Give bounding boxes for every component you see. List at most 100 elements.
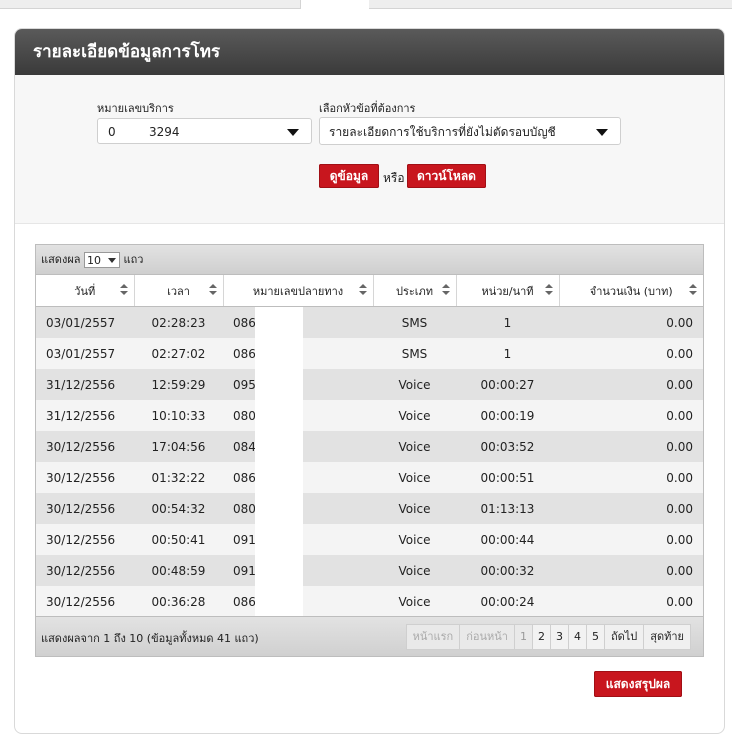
topic-label: เลือกหัวข้อที่ต้องการ xyxy=(319,102,416,115)
panel-title: รายละเอียดข้อมูลการโทร xyxy=(15,29,724,75)
pager-next[interactable]: ถัดไป xyxy=(603,624,645,650)
destination-text: 086 xyxy=(233,315,256,330)
chevron-down-icon xyxy=(108,258,117,263)
page-length-select[interactable]: 10 xyxy=(84,252,121,268)
filter-area: หมายเลขบริการ 0 3294 เลือกหัวข้อที่ต้องก… xyxy=(15,75,724,224)
redaction-block xyxy=(255,338,303,369)
download-button[interactable]: ดาวน์โหลด xyxy=(407,164,486,188)
tab-right[interactable] xyxy=(369,0,732,9)
table-row: 30/12/2556 17:04:56 084 Voice 00:03:52 0… xyxy=(36,431,703,462)
header-row: วันที่ เวลา หมายเลขปลายทาง ประเภท หน่วย/… xyxy=(36,275,703,307)
table-row: 30/12/2556 00:50:41 091 Voice 00:00:44 0… xyxy=(36,524,703,555)
service-number-prefix: 0 xyxy=(108,125,116,139)
cell-destination: 091 xyxy=(223,524,373,555)
pager-prev[interactable]: ก่อนหน้า xyxy=(459,624,515,650)
table-row: 31/12/2556 10:10:33 080 Voice 00:00:19 0… xyxy=(36,400,703,431)
service-number-select[interactable]: 0 3294 xyxy=(97,118,312,144)
cell-unit: 00:00:51 xyxy=(456,462,559,493)
cell-date: 31/12/2556 xyxy=(36,400,134,431)
cell-type: Voice xyxy=(373,586,456,617)
cell-time: 12:59:29 xyxy=(134,369,223,400)
table-footer: แสดงผลจาก 1 ถึง 10 (ข้อมูลทั้งหมด 41 แถว… xyxy=(36,616,703,656)
cell-time: 10:10:33 xyxy=(134,400,223,431)
column-header-date[interactable]: วันที่ xyxy=(36,275,135,307)
pager-page-2[interactable]: 2 xyxy=(531,624,551,650)
destination-text: 080 xyxy=(233,501,256,516)
column-header-destination[interactable]: หมายเลขปลายทาง xyxy=(223,275,374,307)
cell-destination: 091 xyxy=(223,555,373,586)
table-info: แสดงผลจาก 1 ถึง 10 (ข้อมูลทั้งหมด 41 แถว… xyxy=(41,632,259,645)
cell-time: 01:32:22 xyxy=(134,462,223,493)
cell-unit: 00:03:52 xyxy=(456,431,559,462)
tab-left[interactable] xyxy=(0,0,300,9)
table-toolbar: แสดงผล 10 แถว xyxy=(36,245,703,275)
redaction-block xyxy=(255,431,303,462)
topic-select[interactable]: รายละเอียดการใช้บริการที่ยังไม่ตัดรอบบัญ… xyxy=(319,117,621,145)
redaction-block xyxy=(255,369,303,400)
column-header-amount[interactable]: จำนวนเงิน (บาท) xyxy=(559,275,703,307)
cell-amount: 0.00 xyxy=(559,369,703,400)
cell-unit: 00:00:24 xyxy=(456,586,559,617)
column-header-label: จำนวนเงิน (บาท) xyxy=(589,284,673,298)
sort-icon xyxy=(208,284,217,296)
cell-destination: 084 xyxy=(223,431,373,462)
table-row: 30/12/2556 00:48:59 091 Voice 00:00:32 0… xyxy=(36,555,703,586)
cell-time: 00:48:59 xyxy=(134,555,223,586)
chevron-down-icon xyxy=(596,129,608,136)
or-text: หรือ xyxy=(383,171,405,185)
cell-date: 30/12/2556 xyxy=(36,431,134,462)
rows-label: แถว xyxy=(123,253,144,266)
cell-date: 30/12/2556 xyxy=(36,493,134,524)
view-data-button[interactable]: ดูข้อมูล xyxy=(319,164,379,188)
redaction-block xyxy=(255,307,303,338)
column-header-label: ประเภท xyxy=(395,284,434,298)
sort-icon xyxy=(441,284,450,296)
redaction-block xyxy=(255,555,303,586)
pager-page-5[interactable]: 5 xyxy=(585,624,605,650)
destination-text: 091 xyxy=(233,563,256,578)
cell-type: Voice xyxy=(373,555,456,586)
destination-text: 080 xyxy=(233,408,256,423)
cell-time: 00:50:41 xyxy=(134,524,223,555)
cell-destination: 086 xyxy=(223,462,373,493)
pager-page-3[interactable]: 3 xyxy=(549,624,569,650)
cell-unit: 00:00:44 xyxy=(456,524,559,555)
cell-destination: 080 xyxy=(223,400,373,431)
column-header-label: วันที่ xyxy=(74,284,96,298)
cell-destination: 080 xyxy=(223,493,373,524)
column-header-unit[interactable]: หน่วย/นาที xyxy=(456,275,560,307)
redaction-block xyxy=(255,400,303,431)
cell-amount: 0.00 xyxy=(559,586,703,617)
cell-type: Voice xyxy=(373,431,456,462)
cell-unit: 00:00:19 xyxy=(456,400,559,431)
chevron-down-icon xyxy=(287,129,299,136)
cell-unit: 1 xyxy=(456,306,559,338)
cell-unit: 1 xyxy=(456,338,559,369)
destination-text: 086 xyxy=(233,594,256,609)
cell-amount: 0.00 xyxy=(559,431,703,462)
cell-time: 17:04:56 xyxy=(134,431,223,462)
pager-page-1[interactable]: 1 xyxy=(513,624,533,650)
table-row: 03/01/2557 02:28:23 086 SMS 1 0.00 xyxy=(36,306,703,338)
cell-amount: 0.00 xyxy=(559,306,703,338)
cell-unit: 01:13:13 xyxy=(456,493,559,524)
cell-amount: 0.00 xyxy=(559,462,703,493)
table-row: 03/01/2557 02:27:02 086 SMS 1 0.00 xyxy=(36,338,703,369)
cell-date: 30/12/2556 xyxy=(36,555,134,586)
cell-date: 03/01/2557 xyxy=(36,338,134,369)
tab-active[interactable] xyxy=(300,0,370,9)
cell-amount: 0.00 xyxy=(559,493,703,524)
column-header-label: เวลา xyxy=(167,284,190,298)
cell-destination: 095 xyxy=(223,369,373,400)
column-header-time[interactable]: เวลา xyxy=(134,275,224,307)
pager-last[interactable]: สุดท้าย xyxy=(643,624,691,650)
cell-time: 02:28:23 xyxy=(134,306,223,338)
pager-page-4[interactable]: 4 xyxy=(567,624,587,650)
sort-icon xyxy=(544,284,553,296)
column-header-type[interactable]: ประเภท xyxy=(373,275,457,307)
show-summary-button[interactable]: แสดงสรุปผล xyxy=(594,671,682,697)
column-header-label: หมายเลขปลายทาง xyxy=(252,284,344,298)
pager-first[interactable]: หน้าแรก xyxy=(405,624,461,650)
cell-type: Voice xyxy=(373,524,456,555)
service-number-label: หมายเลขบริการ xyxy=(97,102,174,115)
